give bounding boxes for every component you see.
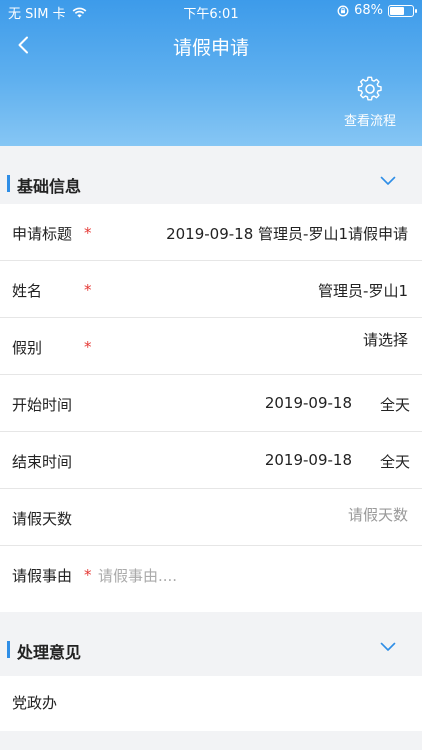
battery-icon	[388, 4, 417, 17]
leave-days-input[interactable]: 请假天数	[348, 504, 408, 525]
leave-type-select[interactable]: 请选择	[363, 329, 408, 350]
status-right: 68%	[337, 3, 417, 18]
field-label: 假别	[12, 339, 43, 357]
gear-icon	[357, 76, 382, 101]
field-label: 申请标题	[12, 225, 73, 243]
view-flow-label: 查看流程	[343, 114, 396, 129]
header: 无 SIM 卡 下午6:01 68% 请假申请 查看流程	[0, 0, 422, 146]
form-content: 基础信息 申请标题 * 2019-09-18 管理员-罗山1请假申请 姓名 * …	[0, 146, 422, 750]
chevron-down-icon[interactable]	[380, 642, 396, 652]
title-field-value[interactable]: 2019-09-18 管理员-罗山1请假申请	[166, 223, 408, 244]
basic-info-section-header[interactable]: 基础信息	[0, 146, 422, 204]
nav-bar: 请假申请	[0, 28, 422, 62]
field-label: 开始时间	[12, 396, 73, 414]
name-field-row[interactable]: 姓名 * 管理员-罗山1	[0, 261, 422, 318]
required-mark: *	[84, 338, 92, 356]
field-label: 请假天数	[12, 510, 73, 528]
opinion-section-header[interactable]: 处理意见	[0, 612, 422, 670]
status-bar: 无 SIM 卡 下午6:01 68%	[0, 0, 422, 22]
section-accent-bar	[7, 641, 10, 658]
field-label: 结束时间	[12, 453, 73, 471]
reason-textarea[interactable]: 请假事由....	[98, 565, 177, 586]
required-mark: *	[84, 224, 92, 242]
end-date-value[interactable]: 2019-09-18	[265, 451, 352, 469]
leave-days-field-row[interactable]: 请假天数 请假天数	[0, 489, 422, 546]
start-period-value[interactable]: 全天	[380, 394, 410, 415]
field-label: 请假事由	[12, 567, 73, 585]
required-mark: *	[84, 566, 92, 584]
name-field-value[interactable]: 管理员-罗山1	[318, 280, 408, 301]
battery-fill	[390, 6, 405, 15]
end-period-value[interactable]: 全天	[380, 451, 410, 472]
section-accent-bar	[7, 175, 10, 192]
reason-field-row[interactable]: 请假事由 * 请假事由....	[0, 546, 422, 620]
view-flow-button[interactable]: 查看流程	[340, 76, 400, 129]
start-date-value[interactable]: 2019-09-18	[265, 394, 352, 412]
field-label: 姓名	[12, 282, 43, 300]
battery-percent: 68%	[354, 3, 383, 18]
section-title: 基础信息	[17, 177, 82, 196]
end-time-field-row[interactable]: 结束时间 2019-09-18 全天	[0, 432, 422, 489]
leave-type-field-row[interactable]: 假别 * 请选择	[0, 318, 422, 375]
page-title: 请假申请	[172, 37, 249, 59]
section-title: 处理意见	[17, 643, 82, 662]
department-label: 党政办	[12, 694, 58, 712]
chevron-down-icon[interactable]	[380, 176, 396, 186]
required-mark: *	[84, 281, 92, 299]
title-field-row[interactable]: 申请标题 * 2019-09-18 管理员-罗山1请假申请	[0, 204, 422, 261]
orientation-lock-icon	[337, 5, 349, 16]
department-row: 党政办	[0, 676, 422, 731]
start-time-field-row[interactable]: 开始时间 2019-09-18 全天	[0, 375, 422, 432]
